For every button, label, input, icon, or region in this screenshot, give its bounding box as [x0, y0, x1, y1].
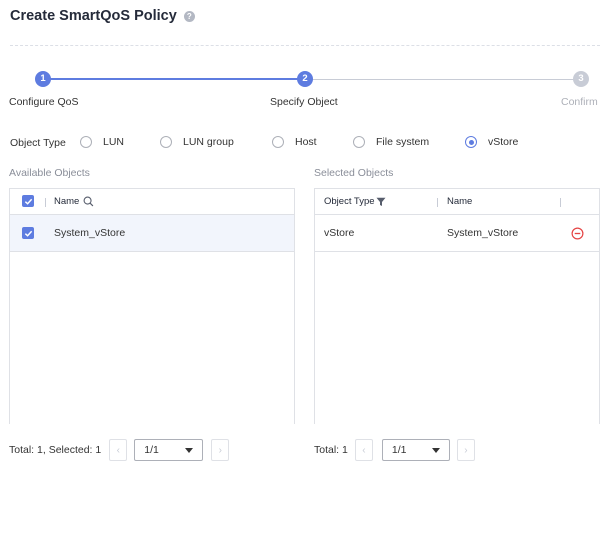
row-name: System_vStore: [447, 227, 519, 239]
page-select-value: 1/1: [391, 444, 407, 456]
selected-objects-table: Object Type Name vStore System_vStore: [314, 188, 600, 424]
table-row: vStore System_vStore: [315, 215, 599, 252]
radio-circle[interactable]: [160, 136, 172, 148]
radio-lun-group[interactable]: LUN group: [160, 136, 234, 148]
header-divider: [10, 45, 600, 46]
chevron-left-icon: ‹: [116, 444, 120, 456]
radio-circle[interactable]: [80, 136, 92, 148]
object-type-column-header: Object Type: [324, 196, 375, 207]
radio-lun-label: LUN: [103, 136, 125, 148]
available-objects-table: Name System_vStore: [9, 188, 295, 424]
remove-icon[interactable]: [571, 227, 584, 243]
next-page-button[interactable]: ›: [456, 439, 475, 461]
radio-circle[interactable]: [353, 136, 365, 148]
step-3-label: Confirm: [561, 96, 598, 108]
chevron-down-icon: [431, 447, 440, 453]
radio-host[interactable]: Host: [272, 136, 317, 148]
page-select[interactable]: 1/1: [381, 439, 450, 461]
column-separator: [437, 198, 438, 207]
step-1-indicator: 1: [35, 71, 51, 87]
available-objects-title: Available Objects: [9, 167, 90, 179]
name-column-header: Name: [54, 196, 80, 207]
selected-objects-title: Selected Objects: [314, 167, 394, 179]
step-progress-pending: [305, 78, 581, 80]
selected-pagination: Total: 1 ‹ 1/1 ›: [314, 439, 475, 461]
radio-file-system[interactable]: File system: [353, 136, 429, 148]
step-3-indicator: 3: [573, 71, 589, 87]
chevron-down-icon: [185, 447, 194, 453]
name-column-header: Name: [447, 196, 473, 207]
select-all-checkbox[interactable]: [22, 195, 34, 207]
check-icon: [24, 230, 32, 237]
page-title-row: Create SmartQoS Policy ?: [10, 8, 195, 24]
page-title: Create SmartQoS Policy: [10, 8, 177, 24]
selected-total-text: Total: 1: [314, 444, 348, 456]
row-checkbox[interactable]: [22, 227, 34, 239]
radio-host-label: Host: [295, 136, 317, 148]
available-total-text: Total: 1, Selected: 1: [9, 444, 102, 456]
radio-vstore-label: vStore: [488, 136, 519, 148]
check-icon: [24, 198, 32, 205]
page-select-value: 1/1: [144, 444, 159, 456]
table-row[interactable]: System_vStore: [10, 215, 294, 252]
selected-table-header: Object Type Name: [315, 189, 599, 215]
step-2-label: Specify Object: [270, 96, 338, 108]
chevron-right-icon: ›: [218, 444, 222, 456]
prev-page-button[interactable]: ‹: [109, 439, 128, 461]
column-separator: [560, 198, 561, 207]
row-object-type: vStore: [324, 227, 355, 239]
radio-file-system-label: File system: [376, 136, 430, 148]
row-name: System_vStore: [54, 227, 126, 239]
radio-circle-selected[interactable]: [465, 136, 477, 148]
help-icon[interactable]: ?: [183, 10, 195, 22]
chevron-right-icon: ›: [464, 444, 468, 456]
search-icon[interactable]: [83, 196, 94, 210]
available-pagination: Total: 1, Selected: 1 ‹ 1/1 ›: [9, 439, 230, 461]
step-progress-completed: [43, 78, 305, 80]
radio-lun[interactable]: LUN: [80, 136, 124, 148]
available-table-header: Name: [10, 189, 294, 215]
filter-icon[interactable]: [376, 197, 386, 210]
next-page-button[interactable]: ›: [211, 439, 230, 461]
chevron-left-icon: ‹: [362, 444, 366, 456]
object-type-label: Object Type: [10, 137, 66, 149]
radio-vstore[interactable]: vStore: [465, 136, 518, 148]
column-separator: [45, 198, 46, 207]
prev-page-button[interactable]: ‹: [354, 439, 373, 461]
step-2-indicator: 2: [297, 71, 313, 87]
step-1-label: Configure QoS: [9, 96, 79, 108]
radio-lun-group-label: LUN group: [183, 136, 234, 148]
radio-circle[interactable]: [272, 136, 284, 148]
page-select[interactable]: 1/1: [134, 439, 204, 461]
